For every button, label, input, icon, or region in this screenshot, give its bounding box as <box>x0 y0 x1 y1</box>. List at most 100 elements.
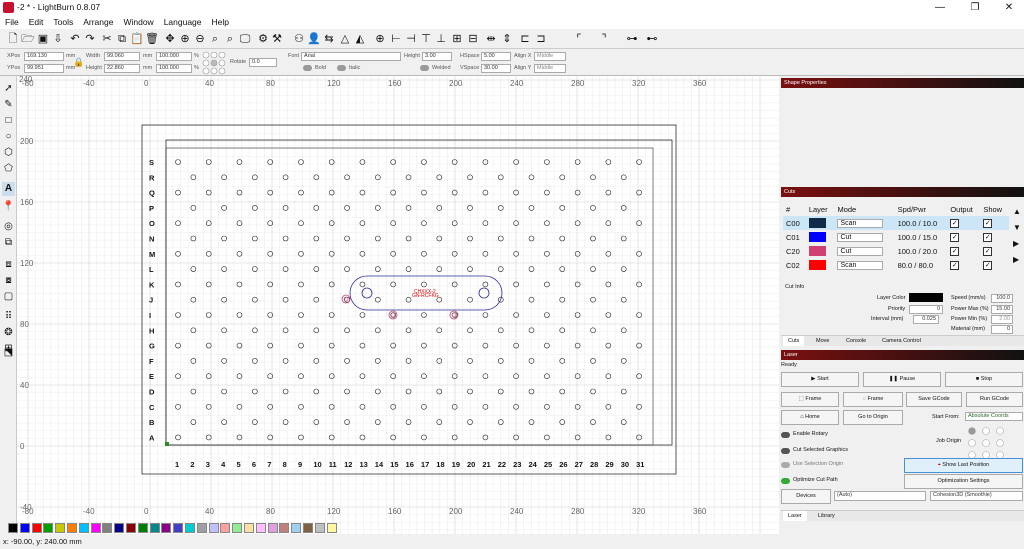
monitor-icon[interactable]: 🖵 <box>238 32 252 46</box>
dock-icon[interactable]: ⊏ <box>518 32 532 46</box>
power-min-input[interactable]: 2.00 <box>991 315 1013 324</box>
offset-icon[interactable]: ◎ <box>2 220 15 234</box>
layer-order-arrows[interactable]: ▲ ▼ ▶ ▶ <box>1013 204 1023 274</box>
mode-select[interactable]: Cut <box>837 247 884 256</box>
palette-swatch[interactable] <box>19 523 30 533</box>
corner-icon[interactable]: ⌜ <box>572 32 586 46</box>
palette-swatch[interactable] <box>102 523 113 533</box>
user-icon[interactable]: 👤 <box>307 32 321 46</box>
dist-v-icon[interactable]: ⊷ <box>645 32 659 46</box>
cut-row[interactable]: C02 Scan 80.0 / 80.0 ✓ ✓ <box>783 258 1009 272</box>
ypos-input[interactable]: 99.951 <box>24 64 64 73</box>
palette-swatch[interactable] <box>8 523 18 533</box>
cut-selected-toggle[interactable] <box>781 448 790 454</box>
palette-swatch[interactable] <box>67 523 77 533</box>
alignx-select[interactable]: Middle <box>534 52 566 61</box>
group-icon[interactable]: ⚇ <box>292 32 306 46</box>
palette-swatch[interactable] <box>126 523 136 533</box>
mode-select[interactable]: Scan <box>837 261 884 270</box>
italic-toggle[interactable] <box>337 65 346 71</box>
start-from-select[interactable]: Absolute Coords <box>965 412 1023 421</box>
tab-cuts[interactable]: Cuts <box>783 336 805 346</box>
rotate-input[interactable]: 0.0 <box>249 58 277 67</box>
align-top-icon[interactable]: ⊤ <box>419 32 433 46</box>
stop-button[interactable]: ■ Stop <box>945 372 1023 387</box>
line-icon[interactable]: ⬠ <box>2 162 15 176</box>
cut-row[interactable]: C00 Scan 100.0 / 10.0 ✓ ✓ <box>783 216 1009 230</box>
palette-swatch[interactable] <box>267 523 278 533</box>
menu-language[interactable]: Language <box>159 15 207 29</box>
palette-swatch[interactable] <box>255 523 266 533</box>
speed-input[interactable]: 100.0 <box>991 294 1013 303</box>
flip-vertical-icon[interactable]: △ <box>338 32 352 46</box>
align-center-icon[interactable]: ⊕ <box>373 32 387 46</box>
zoom-in-icon[interactable]: ⊕ <box>178 32 192 46</box>
delete-icon[interactable]: 🗑 <box>145 32 159 46</box>
show-checkbox[interactable]: ✓ <box>983 233 993 242</box>
palette-swatch[interactable] <box>303 523 313 533</box>
tab-laser[interactable]: Laser <box>783 511 807 521</box>
circle-frame-button[interactable]: ◌ Frame <box>843 392 903 407</box>
tab-camera-control[interactable]: Camera Control <box>877 336 926 346</box>
redo-icon[interactable]: ↷ <box>83 32 97 46</box>
palette-swatch[interactable] <box>161 523 172 533</box>
material-input[interactable]: 0 <box>991 325 1013 334</box>
menu-arrange[interactable]: Arrange <box>78 15 118 29</box>
text-tool-icon[interactable]: A <box>2 182 15 196</box>
copy-icon[interactable]: ⧉ <box>115 32 129 46</box>
boolean-intersect-icon[interactable]: ⧇ <box>2 274 15 288</box>
show-checkbox[interactable]: ✓ <box>983 261 993 270</box>
ellipse-icon[interactable]: ○ <box>2 130 15 144</box>
devices-button[interactable]: Devices <box>781 489 831 504</box>
paste-icon[interactable]: 📋 <box>130 32 144 46</box>
palette-swatch[interactable] <box>232 523 243 533</box>
dist-h-icon[interactable]: ⊶ <box>625 32 639 46</box>
mode-select[interactable]: Cut <box>837 233 884 242</box>
zoom-out-icon[interactable]: ⊖ <box>193 32 207 46</box>
tab-library[interactable]: Library <box>813 511 840 521</box>
palette-swatch[interactable] <box>149 523 160 533</box>
cut-row[interactable]: C20 Cut 100.0 / 20.0 ✓ ✓ <box>783 244 1009 258</box>
palette-swatch[interactable] <box>291 523 302 533</box>
palette-swatch[interactable] <box>137 523 148 533</box>
palette-swatch[interactable] <box>31 523 42 533</box>
maximize-button[interactable]: ❐ <box>960 0 990 15</box>
width-input[interactable]: 99.060 <box>104 52 140 61</box>
move-page-icon[interactable]: ⊐ <box>534 32 548 46</box>
import-icon[interactable]: ⇩ <box>51 32 65 46</box>
menu-help[interactable]: Help <box>207 15 234 29</box>
run-gcode-button[interactable]: Run GCode <box>966 392 1023 407</box>
flip-horizontal-icon[interactable]: ⇆ <box>322 32 336 46</box>
welded-toggle[interactable] <box>420 65 429 71</box>
tab-console[interactable]: Console <box>841 336 871 346</box>
optimization-settings-button[interactable]: Optimization Settings <box>904 474 1023 489</box>
interval-input[interactable]: 0.025 <box>913 315 939 324</box>
cut-icon[interactable]: ✂ <box>100 32 114 46</box>
bold-toggle[interactable] <box>303 65 312 71</box>
zoom-page-icon[interactable]: ⌕ <box>223 32 237 46</box>
palette-swatch[interactable] <box>244 523 254 533</box>
vspace-input[interactable]: 30.00 <box>481 64 511 73</box>
spacing-v-icon[interactable]: ⇕ <box>500 32 514 46</box>
xpos-input[interactable]: 169.130 <box>24 52 64 61</box>
show-checkbox[interactable]: ✓ <box>983 247 993 256</box>
job-origin-grid[interactable] <box>966 426 1006 460</box>
height-percent-input[interactable]: 100.000 <box>156 64 192 73</box>
mode-select[interactable]: Scan <box>837 219 884 228</box>
profile-select[interactable]: Cohesion3D (Smoothie) <box>930 491 1023 501</box>
grid-array-icon[interactable]: ⠿ <box>2 310 15 324</box>
start-button[interactable]: ▶ Start <box>781 372 859 387</box>
select-arrow-icon[interactable]: ➚ <box>2 82 15 96</box>
undo-icon[interactable]: ↶ <box>68 32 82 46</box>
machine-settings-icon[interactable]: ⚒ <box>270 32 284 46</box>
zoom-fit-icon[interactable]: ⌕ <box>208 32 222 46</box>
priority-input[interactable]: 0 <box>909 305 943 314</box>
new-file-icon[interactable]: 🗋 <box>6 32 20 46</box>
open-folder-icon[interactable]: 🗁 <box>21 32 35 46</box>
show-last-position-button[interactable]: ⌖ Show Last Position <box>904 458 1023 473</box>
polygon-icon[interactable]: ⬡ <box>2 146 15 160</box>
width-percent-input[interactable]: 100.000 <box>156 52 192 61</box>
layer-color-box[interactable] <box>909 293 943 302</box>
output-checkbox[interactable]: ✓ <box>950 261 960 270</box>
go-to-origin-button[interactable]: Go to Origin <box>843 410 903 425</box>
